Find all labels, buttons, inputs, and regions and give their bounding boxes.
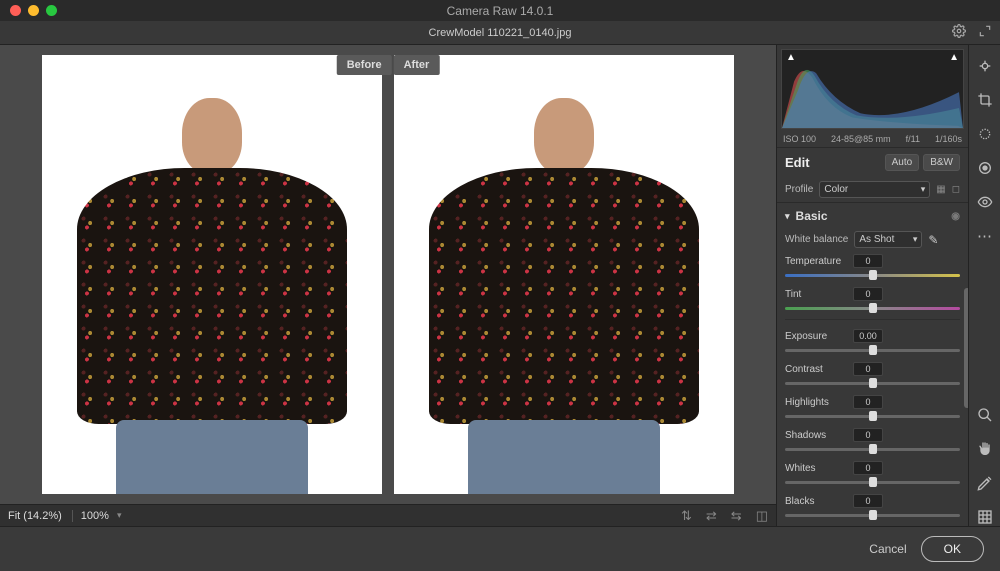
image-viewer: Before After Fit (14.2%) 100% ▾ ⇅ ⇄ ⇆ ◫ — [0, 45, 776, 526]
zoom-fit[interactable]: Fit (14.2%) — [8, 510, 73, 522]
blacks-label: Blacks — [785, 496, 853, 507]
temperature-slider[interactable] — [785, 268, 960, 282]
profile-browse-icon[interactable]: ◻ — [952, 184, 960, 195]
settings-gear-icon[interactable] — [952, 24, 966, 41]
ok-button[interactable]: OK — [921, 536, 984, 562]
document-header: CrewModel 110221_0140.jpg — [0, 21, 1000, 45]
meta-aperture: f/11 — [906, 134, 920, 144]
before-tab[interactable]: Before — [337, 55, 392, 75]
bw-button[interactable]: B&W — [923, 154, 960, 171]
mask-tool-icon[interactable] — [976, 159, 994, 177]
sampler-tool-icon[interactable] — [976, 474, 994, 492]
exposure-value[interactable]: 0.00 — [853, 329, 883, 343]
shadow-clip-icon[interactable]: ▲ — [786, 52, 796, 63]
contrast-slider[interactable] — [785, 376, 960, 390]
meta-shutter: 1/160s — [935, 134, 962, 144]
highlight-clip-icon[interactable]: ▲ — [949, 52, 959, 63]
highlights-label: Highlights — [785, 397, 853, 408]
whites-label: Whites — [785, 463, 853, 474]
healing-tool-icon[interactable] — [976, 125, 994, 143]
crop-tool-icon[interactable] — [976, 91, 994, 109]
whites-value[interactable]: 0 — [853, 461, 883, 475]
meta-lens: 24-85@85 mm — [831, 134, 891, 144]
app-title: Camera Raw 14.0.1 — [447, 4, 554, 18]
zoom-window-icon[interactable] — [46, 5, 57, 16]
hand-tool-icon[interactable] — [976, 440, 994, 458]
more-icon[interactable]: ⋯ — [976, 227, 994, 245]
edit-tool-icon[interactable] — [976, 57, 994, 75]
blacks-value[interactable]: 0 — [853, 494, 883, 508]
contrast-label: Contrast — [785, 364, 853, 375]
redeye-tool-icon[interactable] — [976, 193, 994, 211]
tint-slider[interactable] — [785, 301, 960, 315]
copy-settings-icon[interactable]: ⇆ — [731, 508, 742, 524]
panel-scrollbar[interactable] — [964, 288, 968, 408]
contrast-value[interactable]: 0 — [853, 362, 883, 376]
shadows-label: Shadows — [785, 430, 853, 441]
window-controls — [0, 5, 57, 16]
blacks-slider[interactable] — [785, 508, 960, 522]
visibility-icon[interactable]: ◉ — [951, 211, 960, 222]
document-title: CrewModel 110221_0140.jpg — [429, 27, 572, 39]
close-window-icon[interactable] — [10, 5, 21, 16]
swap-before-after-icon[interactable]: ⇄ — [706, 508, 717, 524]
dialog-footer: Cancel OK — [0, 526, 1000, 571]
highlights-value[interactable]: 0 — [853, 395, 883, 409]
tool-rail: ⋯ — [968, 45, 1000, 526]
compare-settings-icon[interactable]: ⇅ — [681, 508, 692, 524]
histogram-meta: ISO 100 24-85@85 mm f/11 1/160s — [777, 131, 968, 148]
after-tab[interactable]: After — [394, 55, 440, 75]
tint-label: Tint — [785, 289, 853, 300]
shadows-slider[interactable] — [785, 442, 960, 456]
basic-section-header[interactable]: ▾ Basic ◉ — [777, 202, 968, 227]
zoom-tool-icon[interactable] — [976, 406, 994, 424]
meta-iso: ISO 100 — [783, 134, 816, 144]
edit-panel: ▲ ▲ ISO 100 24-85@85 mm f/11 1/160s Edit… — [776, 45, 968, 526]
minimize-window-icon[interactable] — [28, 5, 39, 16]
profile-grid-icon[interactable]: ▦ — [936, 184, 945, 195]
shadows-value[interactable]: 0 — [853, 428, 883, 442]
histogram[interactable]: ▲ ▲ — [781, 49, 964, 129]
profile-label: Profile — [785, 184, 813, 195]
white-balance-label: White balance — [785, 234, 848, 245]
fullscreen-icon[interactable] — [978, 24, 992, 41]
after-image[interactable] — [394, 55, 734, 494]
chevron-down-icon: ▾ — [785, 211, 790, 222]
auto-button[interactable]: Auto — [885, 154, 920, 171]
profile-select[interactable]: Color▾ — [819, 181, 930, 198]
viewer-bottom-bar: Fit (14.2%) 100% ▾ ⇅ ⇄ ⇆ ◫ — [0, 504, 776, 526]
title-bar: Camera Raw 14.0.1 — [0, 0, 1000, 21]
white-balance-select[interactable]: As Shot▾ — [854, 231, 922, 248]
grid-tool-icon[interactable] — [976, 508, 994, 526]
cancel-button[interactable]: Cancel — [869, 542, 906, 556]
toggle-view-icon[interactable]: ◫ — [756, 508, 768, 524]
edit-heading: Edit — [785, 155, 810, 170]
tint-value[interactable]: 0 — [853, 287, 883, 301]
highlights-slider[interactable] — [785, 409, 960, 423]
zoom-100[interactable]: 100% — [81, 510, 109, 522]
exposure-label: Exposure — [785, 331, 853, 342]
exposure-slider[interactable] — [785, 343, 960, 357]
chevron-down-icon[interactable]: ▾ — [117, 510, 122, 521]
temperature-label: Temperature — [785, 256, 853, 267]
temperature-value[interactable]: 0 — [853, 254, 883, 268]
before-image[interactable] — [42, 55, 382, 494]
eyedropper-icon[interactable]: ✎ — [928, 233, 938, 247]
whites-slider[interactable] — [785, 475, 960, 489]
